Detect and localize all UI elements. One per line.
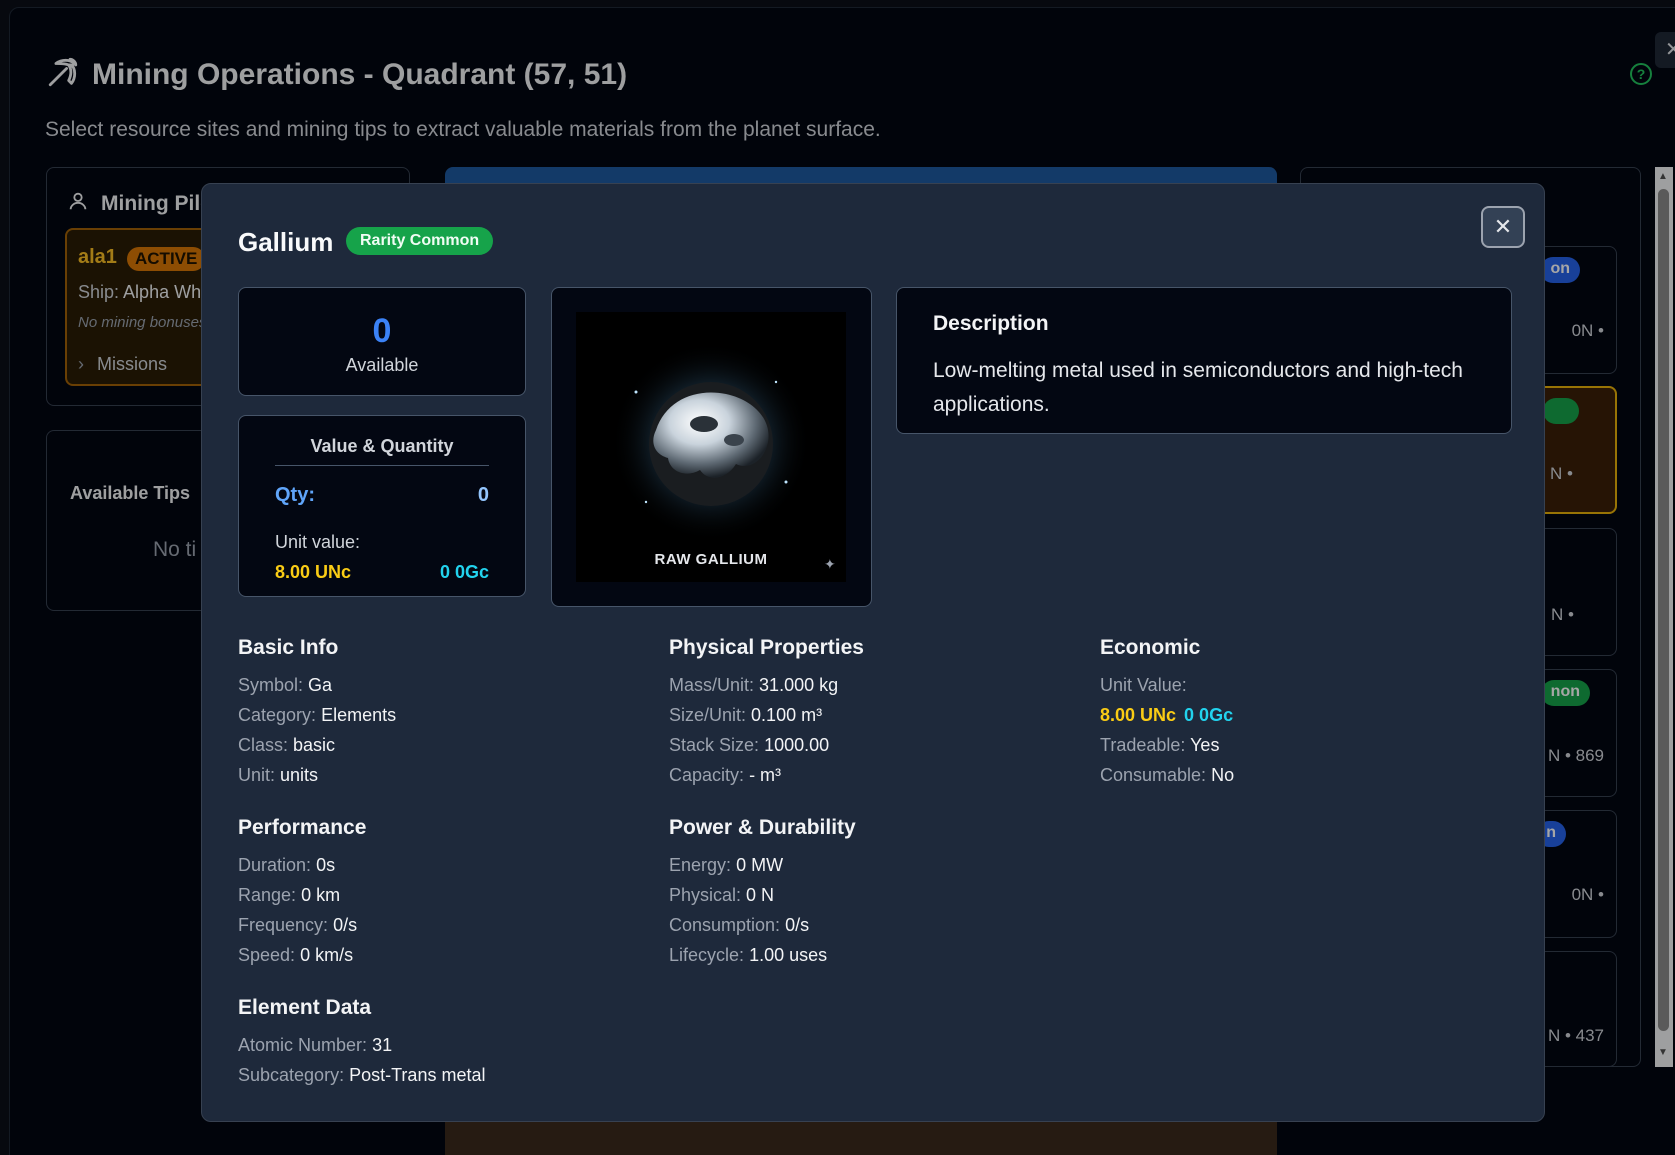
available-box: 0 Available	[238, 287, 526, 396]
section-title: Power & Durability	[669, 816, 856, 839]
info-row: Energy: 0 MW	[669, 855, 784, 875]
info-row: Consumption: 0/s	[669, 915, 810, 935]
resource-image-box: RAW GALLIUM ✦	[551, 287, 872, 607]
power-durability-section: Power & Durability Energy: 0 MW Physical…	[669, 816, 856, 970]
section-title: Physical Properties	[669, 636, 864, 659]
info-row: Speed: 0 km/s	[238, 945, 354, 965]
value-quantity-title: Value & Quantity	[275, 436, 489, 466]
description-box: Description Low-melting metal used in se…	[896, 287, 1512, 434]
available-label: Available	[345, 355, 419, 375]
qty-value: 0	[477, 484, 489, 506]
modal-title: Gallium	[238, 227, 334, 257]
info-row: Physical: 0 N	[669, 885, 775, 905]
performance-section: Performance Duration: 0s Range: 0 km Fre…	[238, 816, 366, 970]
info-row: Frequency: 0/s	[238, 915, 358, 935]
section-title: Performance	[238, 816, 367, 839]
info-row: Unit Value:	[1100, 675, 1187, 695]
info-row: Duration: 0s	[238, 855, 336, 875]
resource-modal: Gallium Rarity Common ✕ 0 Available Valu…	[201, 183, 1545, 1122]
info-row: Class: basic	[238, 735, 336, 755]
info-row: Mass/Unit: 31.000 kg	[669, 675, 839, 695]
info-row: Capacity: - m³	[669, 765, 782, 785]
description-title: Description	[933, 312, 1049, 335]
resource-image: RAW GALLIUM ✦	[576, 312, 846, 582]
economic-section: Economic Unit Value: 8.00 UNc 0 0Gc Trade…	[1100, 636, 1234, 790]
info-row: Unit: units	[238, 765, 319, 785]
info-row: Range: 0 km	[238, 885, 341, 905]
section-title: Economic	[1100, 636, 1201, 659]
info-row: Lifecycle: 1.00 uses	[669, 945, 828, 965]
info-row: Atomic Number: 31	[238, 1035, 393, 1055]
info-row: Category: Elements	[238, 705, 397, 725]
section-title: Basic Info	[238, 636, 339, 659]
description-text: Low-melting metal used in semiconductors…	[933, 359, 1463, 416]
qty-label: Qty:	[275, 484, 315, 506]
available-value: 0	[372, 312, 392, 350]
image-caption: RAW GALLIUM	[654, 551, 768, 568]
section-title: Element Data	[238, 996, 372, 1019]
unit-value-gc: 0 0Gc	[439, 562, 489, 582]
info-row: Symbol: Ga	[238, 675, 333, 695]
sparkle-icon: ✦	[824, 556, 836, 572]
physical-properties-section: Physical Properties Mass/Unit: 31.000 kg…	[669, 636, 864, 790]
modal-close-button[interactable]: ✕	[1481, 206, 1525, 248]
value-quantity-box: Value & Quantity Qty: 0 Unit value: 8.00…	[238, 415, 526, 597]
element-data-section: Element Data Atomic Number: 31 Subcatego…	[238, 996, 485, 1090]
info-row: 8.00 UNc 0 0Gc	[1100, 705, 1234, 725]
rarity-badge: Rarity Common	[346, 227, 494, 255]
info-row: Consumable: No	[1100, 765, 1235, 785]
info-row: Subcategory: Post-Trans metal	[238, 1065, 486, 1085]
unit-value-label: Unit value:	[275, 532, 361, 552]
unit-value-unc: 8.00 UNc	[275, 562, 352, 582]
info-row: Size/Unit: 0.100 m³	[669, 705, 823, 725]
gallium-orb-icon	[611, 342, 811, 542]
info-row: Stack Size: 1000.00	[669, 735, 830, 755]
basic-info-section: Basic Info Symbol: Ga Category: Elements…	[238, 636, 396, 790]
info-row: Tradeable: Yes	[1100, 735, 1220, 755]
